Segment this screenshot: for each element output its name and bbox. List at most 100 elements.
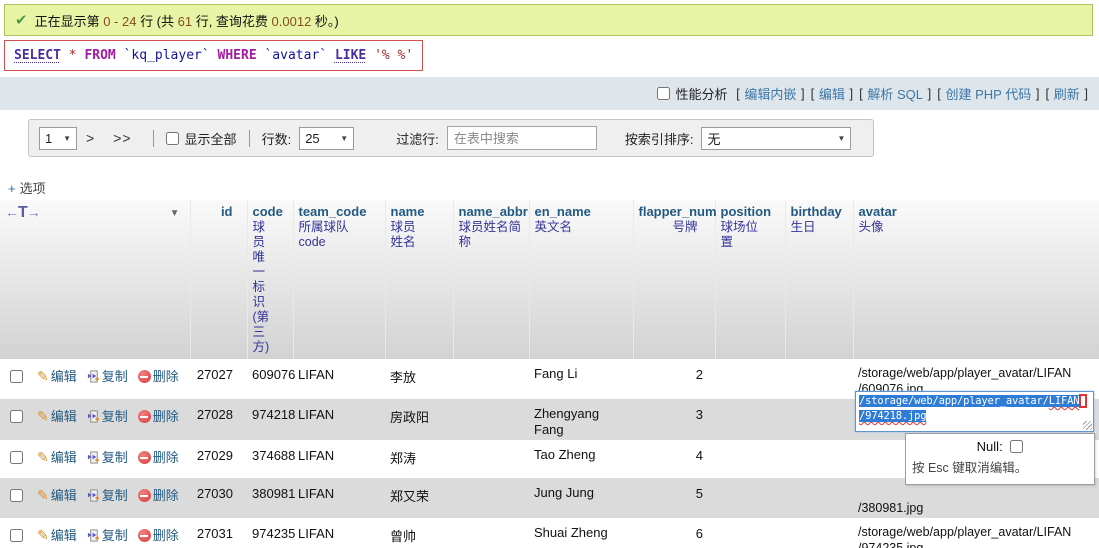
next-page-button[interactable]: >	[86, 130, 95, 146]
cell-name-abbr	[453, 440, 529, 478]
sort-link-code[interactable]: code	[253, 204, 283, 219]
sort-link-flapper-num[interactable]: flapper_num	[639, 204, 717, 219]
edit-row-button[interactable]: ✎ 编辑	[37, 408, 77, 424]
column-header-avatar: avatar 头像	[853, 200, 1099, 359]
column-header-en-name: en_name 英文名	[529, 200, 634, 359]
cell-code: 374688	[252, 448, 296, 463]
sort-link-position[interactable]: position	[721, 204, 772, 219]
delete-row-button[interactable]: 删除	[137, 369, 179, 384]
edit-row-button[interactable]: ✎ 编辑	[37, 527, 77, 543]
sort-link-avatar[interactable]: avatar	[859, 204, 897, 219]
link-php-group: [ 创建 PHP 代码 ]	[936, 84, 1040, 103]
null-checkbox[interactable]	[1010, 440, 1024, 453]
divider	[152, 129, 154, 147]
delete-icon	[137, 410, 151, 423]
edit-row-button[interactable]: ✎ 编辑	[37, 368, 77, 384]
status-query-time: 0.0012	[271, 13, 312, 29]
sort-link-team-code[interactable]: team_code	[299, 204, 367, 219]
column-comment-birthday: 生日	[790, 220, 816, 234]
row-actions-cell: ✎ 编辑 复制 删除	[0, 478, 190, 518]
column-header-flapper-num: flapper_num 号牌	[633, 200, 717, 359]
sort-link-id[interactable]: id	[221, 204, 233, 219]
sort-by-key-value: 无	[707, 131, 721, 147]
row-checkbox[interactable]	[10, 489, 23, 502]
cell-flapper-num: 5	[695, 486, 703, 501]
sql-query-box: SELECT * FROM `kq_player` WHERE `avatar`…	[4, 40, 424, 71]
query-toolbar: 性能分析 [ 编辑内嵌 ] [ 编辑 ] [ 解析 SQL ] [ 创建 PHP…	[0, 77, 1099, 110]
edit-row-button[interactable]: ✎ 编辑	[37, 449, 77, 465]
phpmyadmin-results-page: ✔ 正在显示第 0 - 24 行 (共 61 行, 查询花费 0.0012 秒。…	[0, 0, 1099, 548]
cell-id: 27029	[196, 448, 233, 463]
cell-team-code: LIFAN	[298, 448, 335, 463]
copy-row-button[interactable]: 复制	[87, 528, 128, 543]
edit-row-button[interactable]: ✎ 编辑	[37, 487, 77, 503]
row-checkbox[interactable]	[10, 451, 23, 464]
cell-name: 郑又荣	[390, 489, 430, 504]
copy-row-button[interactable]: 复制	[87, 409, 128, 424]
rows-count-value: 25	[305, 130, 320, 146]
query-status-bar: ✔ 正在显示第 0 - 24 行 (共 61 行, 查询花费 0.0012 秒。…	[4, 4, 1093, 36]
sort-by-key-select[interactable]: 无 ▼	[701, 126, 852, 150]
bracket: [	[1045, 86, 1050, 101]
cell-name: 李放	[390, 370, 417, 385]
show-all-checkbox[interactable]	[165, 131, 179, 145]
esc-cancel-hint: 按 Esc 键取消编辑。	[912, 461, 1028, 475]
delete-row-button[interactable]: 删除	[137, 488, 179, 503]
row-actions-cell: ✎ 编辑 复制 删除	[0, 518, 190, 548]
cell-avatar: /storage/web/app/player_avatar/LIFAN /97…	[858, 525, 1072, 548]
delete-label: 删除	[152, 528, 179, 543]
page-select[interactable]: 1 ▼	[39, 126, 77, 150]
options-toggle[interactable]: + 选项	[8, 178, 46, 197]
copy-row-button[interactable]: 复制	[87, 488, 128, 503]
sort-link-name[interactable]: name	[391, 204, 425, 219]
bracket: [	[736, 86, 740, 101]
column-comment-position: 球场位 置	[720, 220, 759, 249]
row-checkbox[interactable]	[10, 410, 23, 423]
last-page-button[interactable]: >>	[113, 130, 131, 146]
edit-inline-link[interactable]: 编辑内嵌	[744, 84, 796, 103]
column-reorder-handle[interactable]: ←T→	[5, 204, 41, 221]
copy-label: 复制	[101, 488, 128, 503]
create-php-code-link[interactable]: 创建 PHP 代码	[946, 84, 1032, 103]
delete-row-button[interactable]: 删除	[137, 450, 179, 465]
bracket: ]	[1035, 86, 1040, 101]
cell-code: 609076	[252, 367, 296, 382]
column-header-position: position 球场位 置	[715, 200, 786, 359]
status-row-range: 0 - 24	[103, 13, 137, 29]
cell-birthday	[785, 478, 853, 518]
row-options-dropdown-icon[interactable]: ▼	[170, 208, 180, 219]
delete-icon	[137, 451, 151, 464]
cell-code: 974235	[252, 526, 296, 541]
bracket: [	[937, 86, 941, 101]
rows-count-select[interactable]: 25 ▼	[299, 126, 355, 150]
pencil-icon: ✎	[37, 487, 49, 503]
sort-by-key-label: 按索引排序:	[624, 131, 694, 147]
delete-row-button[interactable]: 删除	[137, 528, 179, 543]
profiling-checkbox[interactable]	[657, 87, 671, 100]
textarea-resize-handle[interactable]	[1083, 421, 1092, 430]
delete-row-button[interactable]: 删除	[137, 409, 179, 424]
sql-table-name: `kq_player`	[115, 48, 218, 63]
cell-position	[715, 399, 785, 440]
copy-row-button[interactable]: 复制	[87, 369, 128, 384]
row-checkbox[interactable]	[10, 529, 23, 542]
column-comment-code: 球 员 唯 一 标 识 (第 三 方)	[252, 220, 270, 354]
filter-rows-input[interactable]	[446, 126, 597, 150]
row-checkbox[interactable]	[10, 370, 23, 383]
column-header-id: id	[190, 200, 248, 359]
selected-text: /storage/web/app/player_avatar/LIFAN	[859, 395, 1080, 407]
pencil-icon: ✎	[37, 368, 49, 384]
copy-row-button[interactable]: 复制	[87, 450, 128, 465]
sort-link-name-abbr[interactable]: name_abbr	[459, 204, 528, 219]
column-header-name: name 球员 姓名	[385, 200, 454, 359]
edit-link[interactable]: 编辑	[819, 84, 845, 103]
delete-icon	[137, 489, 151, 502]
sort-link-birthday[interactable]: birthday	[791, 204, 842, 219]
cell-id: 27027	[196, 367, 233, 382]
profiling-label: 性能分析	[675, 87, 728, 102]
refresh-link[interactable]: 刷新	[1054, 84, 1080, 103]
inline-edit-textarea[interactable]: /storage/web/app/player_avatar/LIFAN /97…	[855, 391, 1094, 432]
sort-link-en-name[interactable]: en_name	[535, 204, 591, 219]
explain-sql-link[interactable]: 解析 SQL	[867, 84, 923, 103]
copy-icon	[87, 529, 99, 542]
